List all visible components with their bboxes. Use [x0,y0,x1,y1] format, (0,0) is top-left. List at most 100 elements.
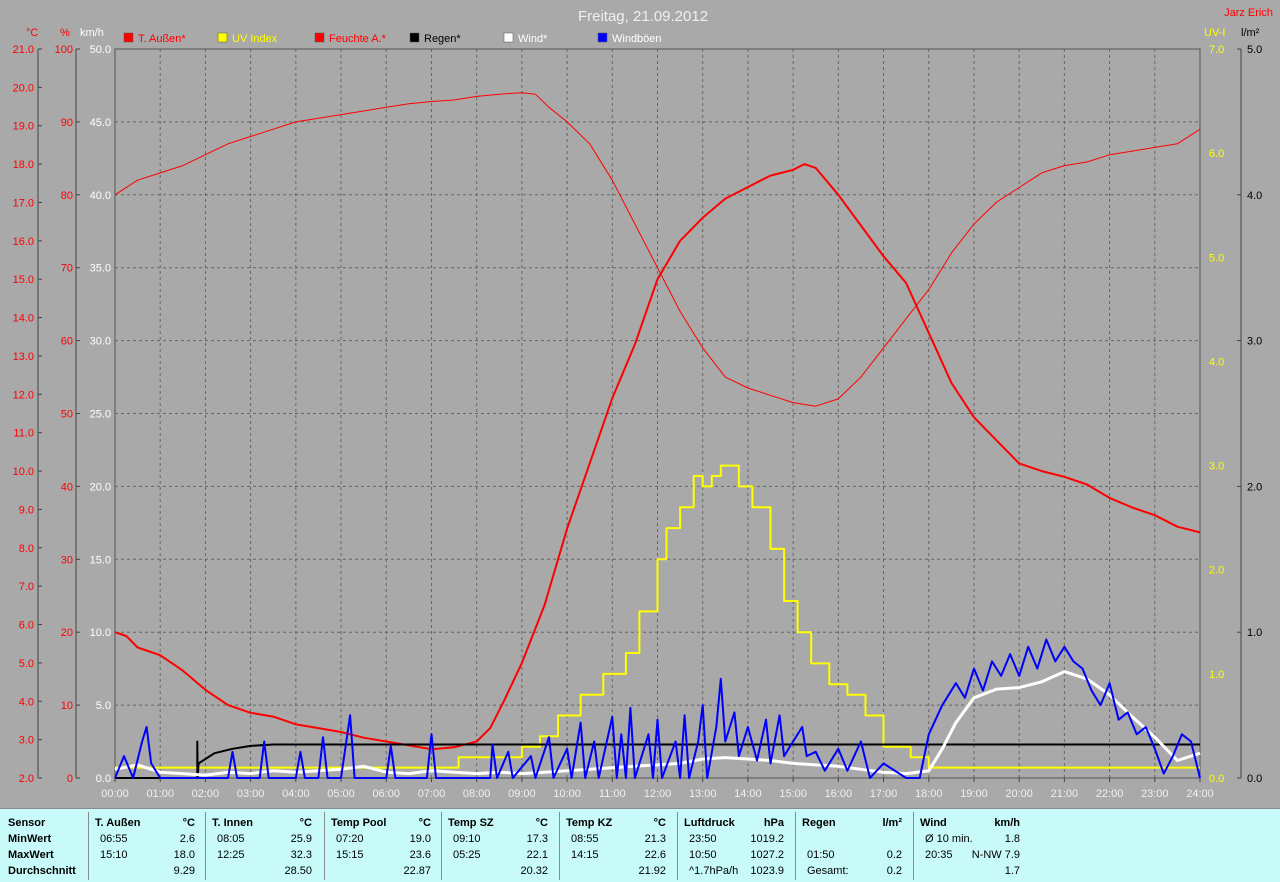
uv-tick-label: 0.0 [1209,773,1224,785]
wind-axis-unit: km/h [80,27,104,39]
summary-value: 22.87 [403,865,431,877]
wind-tick-label: 40.0 [90,190,111,202]
wind-tick-label: 5.0 [96,700,111,712]
x-tick-label: 13:00 [689,788,717,800]
summary-time: 14:15 [571,849,599,861]
x-tick-label: 04:00 [282,788,310,800]
temp-tick-label: 2.0 [19,773,34,785]
wind-tick-label: 0.0 [96,773,111,785]
temp-tick-label: 7.0 [19,581,34,593]
summary-value: 2.6 [179,833,195,845]
summary-separator [913,812,914,880]
summary-group-title: T. Innen [212,817,253,829]
temp-tick-label: 17.0 [13,197,34,209]
summary-value: 1019.2 [750,833,784,845]
rain-axis-unit: l/m² [1241,27,1260,39]
summary-value: 1.7 [1004,865,1020,877]
sensor-header: Sensor [8,817,46,829]
uv-tick-label: 5.0 [1209,252,1224,264]
x-tick-label: 21:00 [1051,788,1079,800]
humidity-tick-label: 60 [61,336,73,348]
uv-tick-label: 1.0 [1209,669,1224,681]
x-tick-label: 03:00 [237,788,265,800]
uv-tick-label: 7.0 [1209,44,1224,56]
temp-tick-label: 18.0 [13,159,34,171]
uv-tick-label: 2.0 [1209,565,1224,577]
rain-tick-label: 0.0 [1247,773,1262,785]
summary-group-unit: hPa [763,817,784,829]
temp-tick-label: 10.0 [13,466,34,478]
x-tick-label: 18:00 [915,788,943,800]
x-tick-label: 23:00 [1141,788,1169,800]
x-tick-label: 16:00 [825,788,853,800]
summary-time: 23:50 [689,833,717,845]
row-label-max: MaxWert [8,849,54,861]
temp-tick-label: 9.0 [19,504,34,516]
temp-tick-label: 11.0 [13,428,34,440]
temp-tick-label: 21.0 [13,44,34,56]
x-tick-label: 24:00 [1186,788,1214,800]
humidity-tick-label: 20 [61,627,73,639]
temp-axis-unit: °C [26,27,38,39]
summary-group-unit: km/h [994,817,1020,829]
summary-group-unit: °C [182,817,195,829]
summary-value: 19.0 [409,833,431,845]
summary-time: 08:55 [571,833,599,845]
temp-tick-label: 3.0 [19,735,34,747]
summary-value: 9.29 [173,865,195,877]
temp-tick-label: 19.0 [13,121,34,133]
x-tick-label: 06:00 [372,788,400,800]
humidity-tick-label: 90 [61,117,73,129]
uv-axis-unit: UV-I [1204,27,1225,39]
summary-group-title: Temp Pool [331,817,387,829]
summary-separator [324,812,325,880]
rain-tick-label: 3.0 [1247,336,1262,348]
summary-time: 01:50 [807,849,835,861]
summary-time: 07:20 [336,833,364,845]
summary-separator [677,812,678,880]
humidity-tick-label: 40 [61,481,73,493]
summary-value: 0.2 [886,865,902,877]
summary-separator [205,812,206,880]
row-label-avg: Durchschnitt [8,865,76,877]
summary-time: 06:55 [100,833,128,845]
legend-swatch [217,32,228,43]
summary-value: 32.3 [290,849,312,861]
temp-tick-label: 16.0 [13,236,34,248]
x-tick-label: 19:00 [960,788,988,800]
summary-group-unit: °C [418,817,431,829]
summary-group-title: Luftdruck [684,817,735,829]
summary-separator [441,812,442,880]
x-tick-label: 07:00 [418,788,446,800]
summary-group-title: T. Außen [95,817,141,829]
legend-label: Wind* [518,33,548,45]
temp-tick-label: 6.0 [19,620,34,632]
wind-tick-label: 25.0 [90,409,111,421]
rain-tick-label: 4.0 [1247,190,1262,202]
x-tick-label: 14:00 [734,788,762,800]
summary-time: 08:05 [217,833,245,845]
chart-title: Freitag, 21.09.2012 [578,8,708,25]
wind-tick-label: 15.0 [90,554,111,566]
legend-swatch [123,32,134,43]
x-tick-label: 12:00 [644,788,672,800]
x-tick-label: 09:00 [508,788,536,800]
humidity-tick-label: 30 [61,554,73,566]
summary-time: 10:50 [689,849,717,861]
rain-tick-label: 1.0 [1247,627,1262,639]
x-tick-label: 20:00 [1005,788,1033,800]
wind-tick-label: 10.0 [90,627,111,639]
temp-tick-label: 5.0 [19,658,34,670]
legend-swatch [503,32,514,43]
humidity-tick-label: 10 [61,700,73,712]
weather-chart: Freitag, 21.09.2012 Jarz Erich T. Außen* UV… [13,7,1273,800]
summary-value: 21.92 [638,865,666,877]
summary-time: 05:25 [453,849,481,861]
summary-panel: Sensor MinWert MaxWert Durchschnitt T. A… [0,808,1280,882]
temp-tick-label: 8.0 [19,543,34,555]
summary-group-title: Temp SZ [448,817,494,829]
wind-tick-label: 35.0 [90,263,111,275]
summary-time: 09:10 [453,833,481,845]
summary-value: 28.50 [284,865,312,877]
legend-label: Regen* [424,33,461,45]
